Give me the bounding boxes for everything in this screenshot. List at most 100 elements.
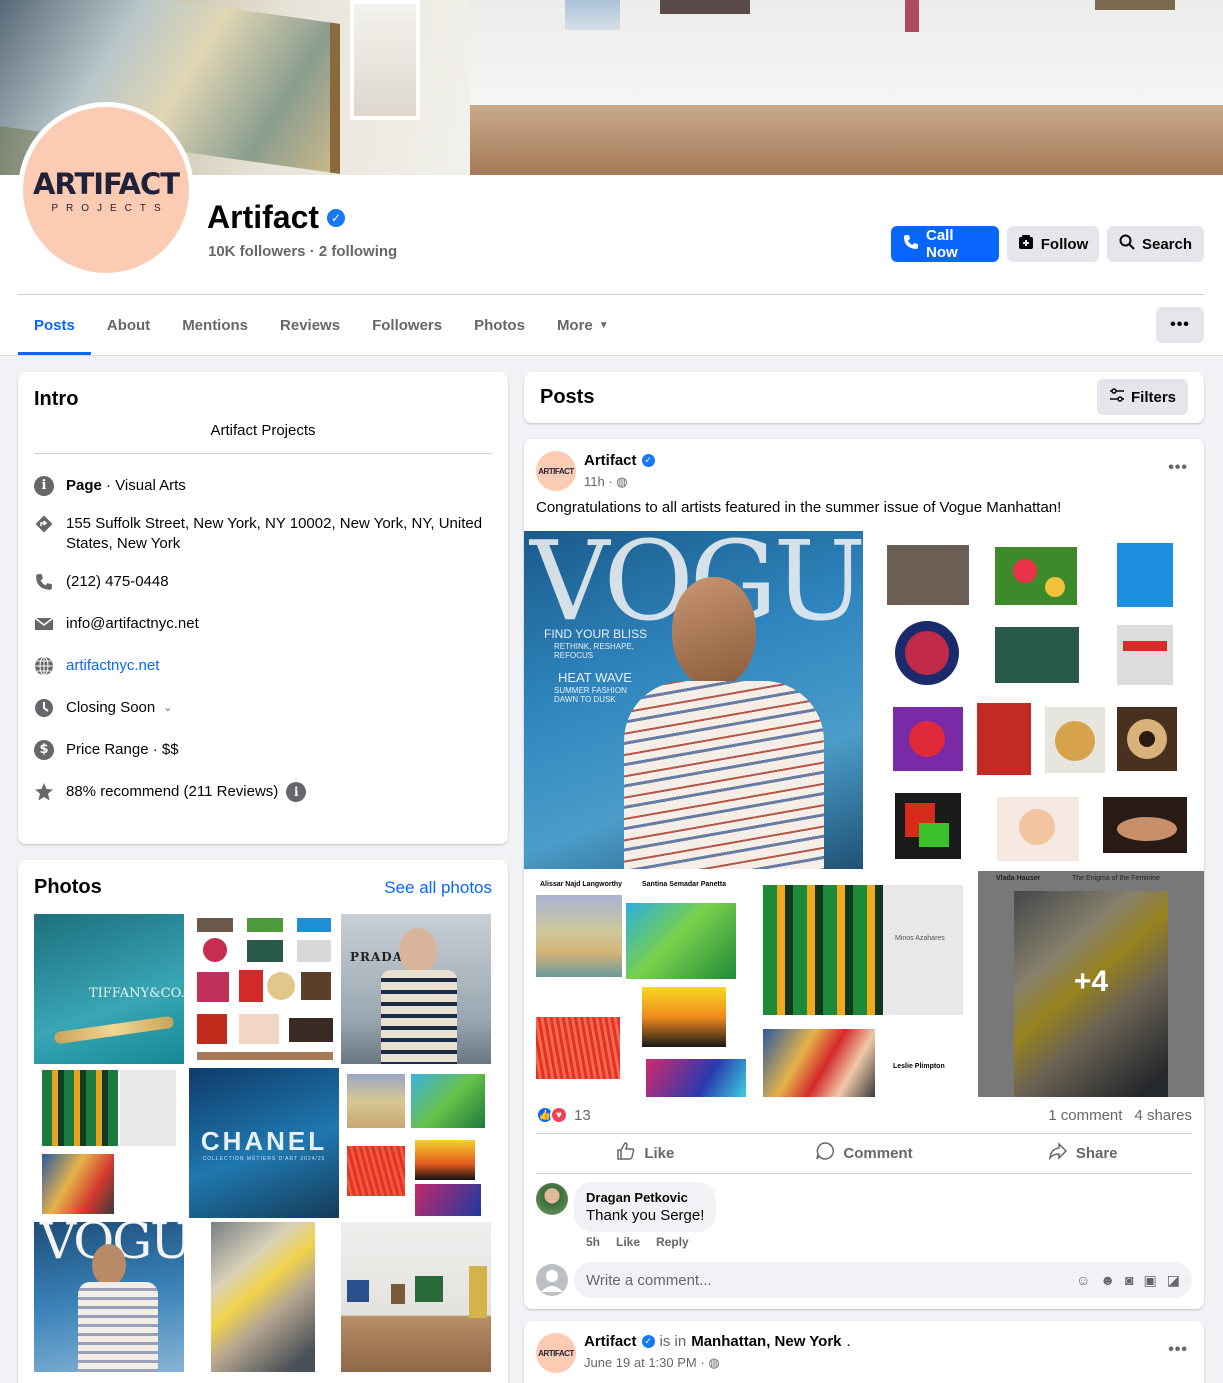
comment-like-link[interactable]: Like [616,1235,640,1249]
gif-icon[interactable]: ▣ [1144,1272,1157,1289]
comment-input[interactable]: Write a comment... ☺ ☻ ◙ ▣ ◪ [574,1262,1192,1298]
photo-thumb[interactable] [189,1222,339,1372]
share-label: Share [1075,1144,1118,1162]
follow-label: Follow [1040,235,1089,253]
follow-icon [1018,234,1034,254]
filters-label: Filters [1130,388,1176,406]
photo-thumb[interactable] [189,914,339,1064]
comment-button[interactable]: Comment [755,1136,974,1170]
photo-thumb[interactable]: PRADA [341,914,491,1064]
profile-tabs: Posts About Mentions Reviews Followers P… [18,296,625,355]
share-arrow-icon [1048,1141,1068,1165]
post-image-vogue[interactable]: VOGUE FIND YOUR BLISS RETHINK, RESHAPE, … [524,531,863,869]
post-menu-ellipsis-icon[interactable]: ••• [1168,459,1188,477]
comment-time[interactable]: 5h [586,1235,600,1249]
posts-title: Posts [540,386,595,408]
vogue-line-4: SUMMER FASHION DAWN TO DUSK [554,686,627,704]
logo-sub-text: PROJECTS [51,202,169,214]
post-image-collage[interactable] [865,531,1204,869]
tab-more-label: More [556,317,593,334]
photo-thumb[interactable] [34,1068,184,1218]
camera-icon[interactable]: ◙ [1125,1272,1133,1289]
avatar-sticker-icon[interactable]: ☺ [1076,1272,1090,1289]
phone-icon [34,572,54,592]
follow-button[interactable]: Follow [1007,226,1099,262]
post-avatar-logo: ARTIFACT [538,466,574,476]
verified-badge-icon: ✓ [641,454,655,467]
filters-button[interactable]: Filters [1096,379,1188,415]
intro-hours[interactable]: Closing Soon ⌄ [34,698,494,718]
sticker-icon[interactable]: ◪ [1167,1272,1180,1289]
rating-text[interactable]: 88% recommend (211 Reviews) [66,782,278,802]
tab-mentions[interactable]: Mentions [166,296,264,355]
tiffany-text: TIFFANY&CO. [89,986,184,1001]
hours-text: Closing Soon [66,699,156,716]
intro-page-type: i Page · Visual Arts [34,476,494,496]
post-author-avatar[interactable]: ARTIFACT [536,451,576,491]
globe-icon: ◍ [616,474,628,489]
post-text: Congratulations to all artists featured … [536,499,1062,516]
post-author-name[interactable]: Artifact [584,1333,637,1350]
tab-about[interactable]: About [91,296,166,355]
post-time[interactable]: 11h · ◍ [584,474,628,490]
phone-text[interactable]: (212) 475-0448 [66,572,169,592]
chanel-sub-text: COLLECTION MÉTIERS D'ART 2024/25 [202,1156,326,1162]
logo-main-text: ARTIFACT [32,166,180,201]
followers-count[interactable]: 10K followers [208,243,306,260]
photo-thumb[interactable]: VOGUE [34,1222,184,1372]
post-location[interactable]: Manhattan, New York [691,1333,841,1350]
tab-posts[interactable]: Posts [18,296,91,355]
phone-icon [903,234,919,254]
header-divider [18,294,1204,295]
comment-author[interactable]: Dragan Petkovic [586,1190,704,1205]
post-time[interactable]: June 19 at 1:30 PM · ◍ [584,1355,720,1371]
photo-thumb[interactable]: CHANEL COLLECTION MÉTIERS D'ART 2024/25 [189,1068,339,1218]
reaction-count[interactable]: 13 [574,1107,591,1124]
directions-icon [34,514,54,534]
intro-email: info@artifactnyc.net [34,614,494,634]
tab-followers[interactable]: Followers [356,296,458,355]
post-author-avatar[interactable]: ARTIFACT [536,1333,576,1373]
tab-reviews[interactable]: Reviews [264,296,356,355]
photo-thumb[interactable]: TIFFANY&CO. [34,914,184,1064]
comment-count[interactable]: 1 comment [1048,1107,1122,1124]
post-image-more[interactable]: Vlada Hauser The Enigma of the Feminine … [978,871,1204,1097]
emoji-icon[interactable]: ☻ [1100,1272,1115,1289]
share-count[interactable]: 4 shares [1134,1107,1192,1124]
photo-thumb[interactable] [341,1222,491,1372]
share-button[interactable]: Share [973,1136,1192,1170]
post-menu-ellipsis-icon[interactable]: ••• [1168,1341,1188,1359]
photo-thumb[interactable] [341,1068,491,1218]
see-all-photos-link[interactable]: See all photos [384,878,492,898]
address-text: 155 Suffolk Street, New York, NY 10002, … [66,515,483,552]
post-is-in: is in [659,1333,687,1350]
current-user-avatar[interactable] [536,1264,568,1296]
globe-icon: ◍ [708,1355,720,1370]
following-count[interactable]: 2 following [319,243,397,260]
post-image-artists-2[interactable]: Minos Azahares Leslie Plimpton [751,871,976,1097]
follow-counts: 10K followers · 2 following [208,243,397,260]
profile-avatar[interactable]: ARTIFACT PROJECTS [23,107,189,273]
like-label: Like [644,1144,675,1162]
page-title-text: Artifact [207,199,320,235]
like-button[interactable]: Like [536,1136,755,1170]
call-now-button[interactable]: Call Now [891,226,999,262]
intro-price: $ Price Range · $$ [34,740,494,760]
actions-divider [536,1173,1192,1174]
info-icon[interactable]: i [286,782,307,802]
vogue-line-1: FIND YOUR BLISS [544,627,648,641]
website-link[interactable]: artifactnyc.net [66,656,159,676]
tab-photos[interactable]: Photos [458,296,541,355]
commenter-avatar[interactable] [536,1183,568,1215]
more-options-button[interactable]: ••• [1156,307,1204,343]
tab-more[interactable]: More ▼ [541,296,625,355]
intro-bio: Artifact Projects [210,422,316,439]
photos-title: Photos [34,876,102,898]
post-image-artists-1[interactable]: Alissar Najd Langworthy Santina Semadar … [524,871,749,1097]
search-button[interactable]: Search [1107,226,1204,262]
post-time-text: 11h [584,474,605,489]
verified-badge-icon: ✓ [641,1335,655,1348]
comment-reply-link[interactable]: Reply [656,1235,689,1249]
email-text[interactable]: info@artifactnyc.net [66,614,199,634]
post-author-name[interactable]: Artifact [584,452,637,469]
